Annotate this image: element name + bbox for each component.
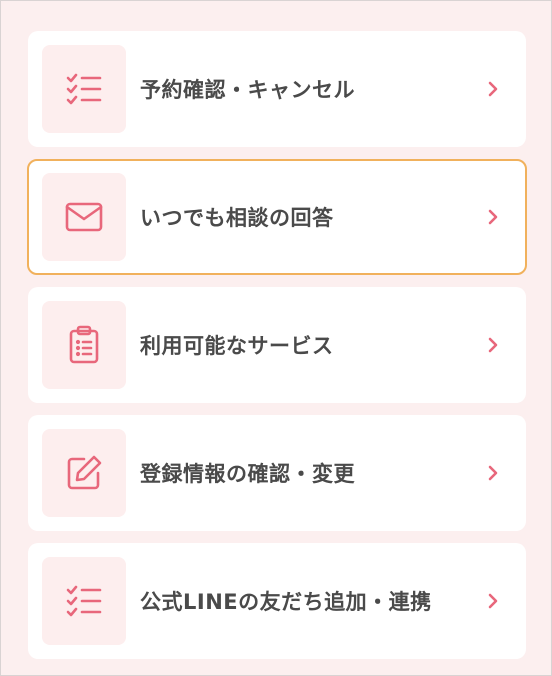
menu-item-available-services[interactable]: 利用可能なサービス [28,287,526,403]
checklist-icon [66,73,102,105]
icon-tile [42,173,126,261]
menu-item-label: 登録情報の確認・変更 [140,462,355,486]
icon-tile [42,557,126,645]
envelope-icon [65,202,103,232]
chevron-right-icon [488,465,498,481]
chevron-right-icon [488,337,498,353]
menu-item-reservation[interactable]: 予約確認・キャンセル [28,31,526,147]
checklist-icon [66,585,102,617]
menu-item-label: いつでも相談の回答 [140,206,334,230]
icon-tile [42,429,126,517]
edit-icon [67,455,102,490]
menu-item-registration-info[interactable]: 登録情報の確認・変更 [28,415,526,531]
menu-item-consultation-answers[interactable]: いつでも相談の回答 [27,159,527,275]
menu-item-label: 利用可能なサービス [140,334,334,358]
clipboard-list-icon [69,325,99,364]
chevron-right-icon [488,209,498,225]
chevron-right-icon [488,593,498,609]
chevron-right-icon [488,81,498,97]
menu-list: 予約確認・キャンセル いつでも相談の回答 利用可能なサービス 登録情報の確認・変… [27,31,527,671]
menu-item-line-link[interactable]: 公式LINEの友だち追加・連携 [28,543,526,659]
icon-tile [42,301,126,389]
menu-item-label: 公式LINEの友だち追加・連携 [140,590,432,614]
icon-tile [42,45,126,133]
menu-item-label: 予約確認・キャンセル [140,78,355,102]
app-frame: 予約確認・キャンセル いつでも相談の回答 利用可能なサービス 登録情報の確認・変… [0,0,552,676]
